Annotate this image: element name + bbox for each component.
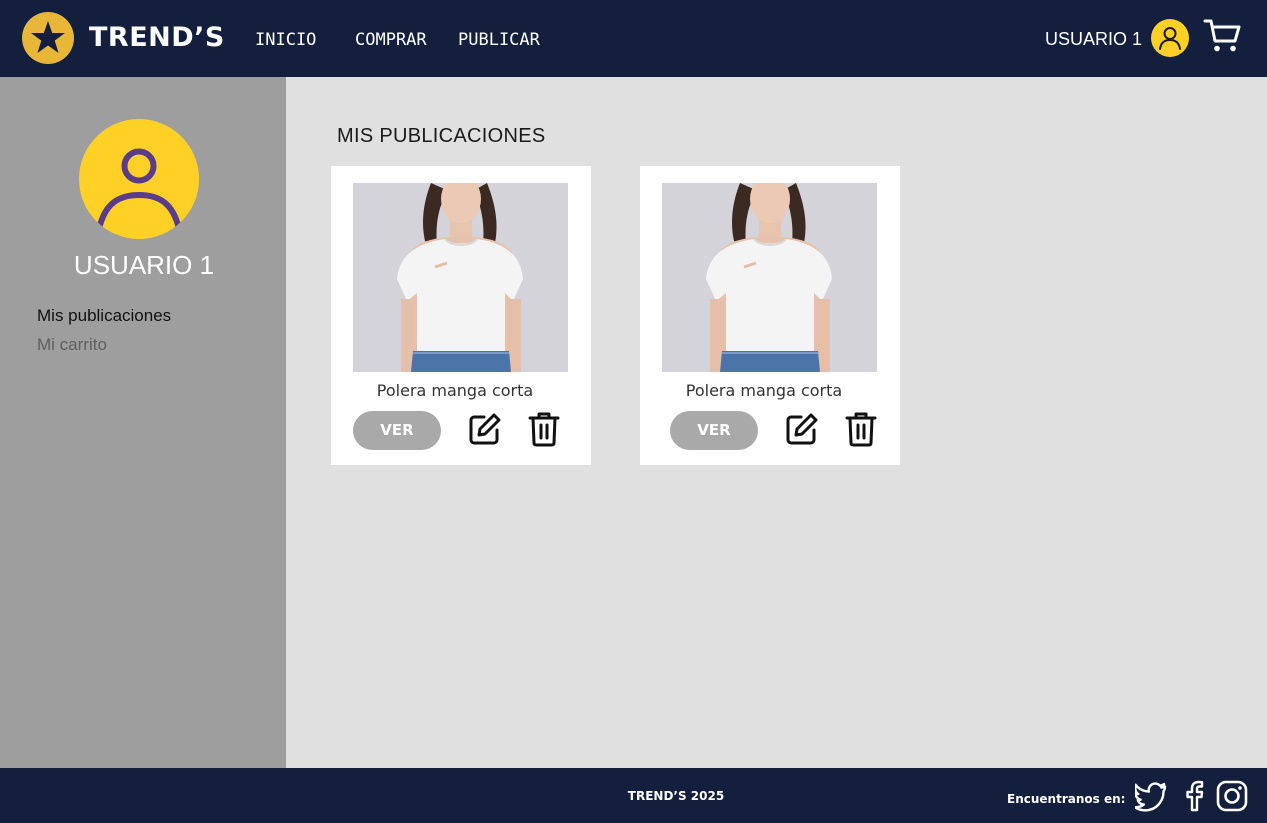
card-title: Polera manga corta <box>376 381 534 400</box>
facebook-icon[interactable] <box>1178 780 1210 812</box>
user-icon <box>1159 27 1181 50</box>
sidebar-item-mis-publicaciones[interactable]: Mis publicaciones <box>37 306 171 326</box>
product-image[interactable] <box>662 183 877 372</box>
edit-icon[interactable] <box>785 412 819 446</box>
product-image[interactable] <box>353 183 568 372</box>
publication-card: Polera manga corta VER <box>331 166 591 465</box>
header-avatar[interactable] <box>1151 19 1189 57</box>
edit-icon[interactable] <box>468 412 502 446</box>
trash-icon[interactable] <box>845 411 877 447</box>
find-us-label: Encuentranos en: <box>1007 792 1126 806</box>
footer: TREND’S 2025 Encuentranos en: <box>0 768 1267 823</box>
ver-button[interactable]: VER <box>670 411 758 450</box>
nav-comprar[interactable]: COMPRAR <box>355 30 427 50</box>
user-icon <box>96 148 182 232</box>
twitter-icon[interactable] <box>1135 780 1167 812</box>
publication-card: Polera manga corta VER <box>640 166 900 465</box>
nav-publicar[interactable]: PUBLICAR <box>458 30 540 50</box>
card-title: Polera manga corta <box>685 381 843 400</box>
top-header: TREND’S INICIO COMPRAR PUBLICAR USUARIO … <box>0 0 1267 77</box>
brand-name[interactable]: TREND’S <box>89 22 225 53</box>
header-user-name[interactable]: USUARIO 1 <box>1045 29 1142 50</box>
star-icon <box>31 21 65 53</box>
cart-icon[interactable] <box>1203 17 1241 55</box>
page-title: MIS PUBLICACIONES <box>337 125 546 147</box>
nav-inicio[interactable]: INICIO <box>255 30 316 50</box>
sidebar: USUARIO 1 Mis publicaciones Mi carrito <box>0 77 286 768</box>
ver-button[interactable]: VER <box>353 411 441 450</box>
logo[interactable] <box>22 12 74 64</box>
trash-icon[interactable] <box>528 411 560 447</box>
sidebar-item-mi-carrito[interactable]: Mi carrito <box>37 335 107 355</box>
profile-avatar <box>79 119 199 239</box>
profile-name: USUARIO 1 <box>73 250 215 280</box>
instagram-icon[interactable] <box>1216 780 1248 812</box>
